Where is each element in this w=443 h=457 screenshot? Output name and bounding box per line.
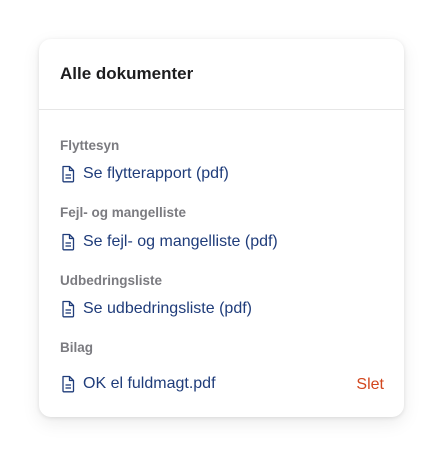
delete-button[interactable]: Slet xyxy=(356,376,384,394)
link-flytterapport[interactable]: Se flytterapport (pdf) xyxy=(60,165,229,183)
document-icon xyxy=(62,300,75,318)
link-label: OK el fuldmagt.pdf xyxy=(83,375,216,392)
card-title: Alle dokumenter xyxy=(60,64,194,83)
link-fejl-og-mangelliste[interactable]: Se fejl- og mangelliste (pdf) xyxy=(60,233,278,251)
section-label-fejl-og-mangelliste: Fejl- og mangelliste xyxy=(60,205,187,220)
link-label: Se flytterapport (pdf) xyxy=(83,165,229,182)
document-icon xyxy=(62,233,75,251)
link-label: Se udbedringsliste (pdf) xyxy=(83,300,252,317)
card-header: Alle dokumenter xyxy=(39,39,404,110)
documents-card: Alle dokumenter Flyttesyn Se flytterappo… xyxy=(39,39,404,417)
link-label: Se fejl- og mangelliste (pdf) xyxy=(83,233,278,250)
link-udbedringsliste[interactable]: Se udbedringsliste (pdf) xyxy=(60,300,252,318)
section-label-bilag: Bilag xyxy=(60,340,94,355)
section-label-udbedringsliste: Udbedringsliste xyxy=(60,273,163,288)
document-icon xyxy=(62,165,75,183)
document-icon xyxy=(62,375,75,393)
link-ok-el-fuldmagt[interactable]: OK el fuldmagt.pdf xyxy=(60,375,216,393)
section-label-flyttesyn: Flyttesyn xyxy=(60,138,120,153)
